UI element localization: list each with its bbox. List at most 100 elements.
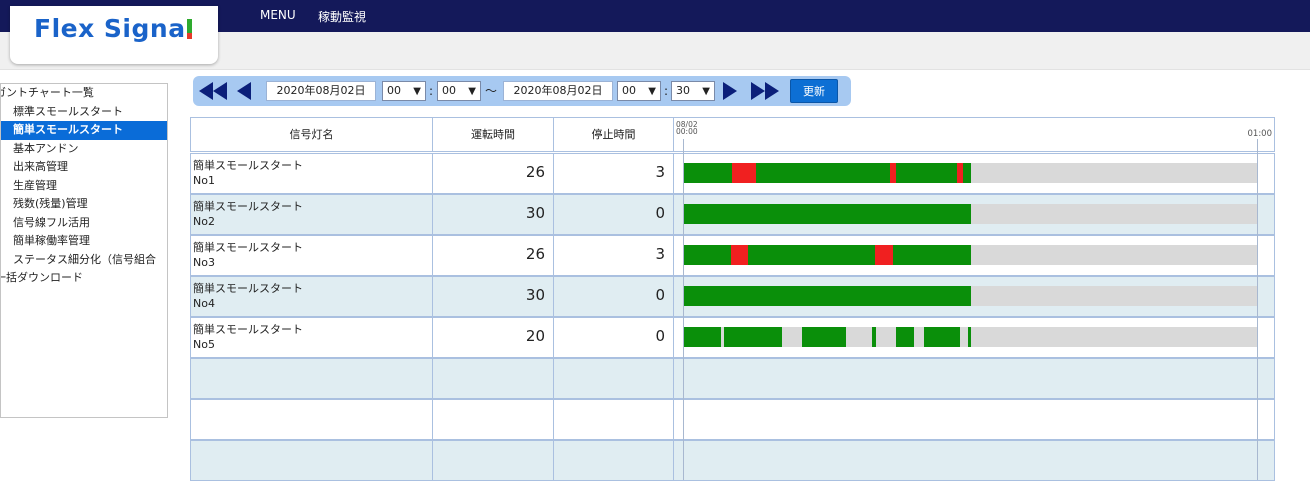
double-left-arrow-icon-2 bbox=[213, 82, 227, 100]
row-0-name-cell[interactable]: 簡単スモールスタート No1 bbox=[190, 153, 433, 194]
logo[interactable]: Flex Signa bbox=[10, 6, 218, 64]
signal-id: No1 bbox=[193, 174, 215, 187]
chevron-down-icon: ▼ bbox=[702, 86, 710, 97]
range-tilde: ～ bbox=[485, 84, 498, 98]
time-range-toolbar: 2020年08月02日 00 ▼ : 00 ▼ ～ 2020年08月02日 00 ▼ … bbox=[193, 76, 851, 106]
gantt-segment-stop bbox=[730, 245, 749, 265]
row-2-name-cell[interactable]: 簡単スモールスタート No3 bbox=[190, 235, 433, 276]
row-0-run-cell: 26 bbox=[432, 153, 554, 194]
gantt-track bbox=[684, 286, 1258, 306]
row-6-gantt-cell bbox=[673, 399, 1275, 440]
row-4-name-cell[interactable]: 簡単スモールスタート No5 bbox=[190, 317, 433, 358]
start-date-field[interactable]: 2020年08月02日 bbox=[266, 81, 376, 101]
gantt-segment-stop bbox=[731, 163, 756, 183]
sidebar-item-7[interactable]: 信号線フル活用 bbox=[1, 214, 167, 233]
run-time-value: 30 bbox=[525, 204, 545, 222]
row-1-run-cell: 30 bbox=[432, 194, 554, 235]
gantt-segment-run bbox=[896, 327, 914, 347]
column-header-0: 信号灯名 bbox=[190, 117, 433, 152]
sidebar-item-6[interactable]: 残数(残量)管理 bbox=[1, 195, 167, 214]
gantt-segment-stop bbox=[889, 163, 897, 183]
gantt-segment-run bbox=[684, 204, 971, 224]
gantt-segment-run bbox=[892, 245, 971, 265]
sidebar-item-9[interactable]: ステータス細分化（信号組合 bbox=[1, 251, 167, 270]
stop-time-value: 0 bbox=[655, 327, 665, 345]
start-hour-select[interactable]: 00 ▼ bbox=[382, 81, 426, 101]
gantt-segment-run bbox=[755, 163, 890, 183]
signal-name: 簡単スモールスタート bbox=[193, 282, 303, 295]
end-date-field[interactable]: 2020年08月02日 bbox=[503, 81, 613, 101]
nav-menu[interactable]: MENU bbox=[260, 8, 296, 22]
timeline-end-time: 01:00 bbox=[1247, 129, 1273, 139]
back-button[interactable] bbox=[237, 80, 251, 102]
double-right-arrow-icon-2 bbox=[765, 82, 779, 100]
row-1-gantt-cell bbox=[673, 194, 1275, 235]
timeline-guide-line-0 bbox=[683, 139, 684, 480]
timeline-header: 08/02 00:00 01:00 bbox=[673, 117, 1275, 152]
stop-time-value: 3 bbox=[655, 163, 665, 181]
gantt-segment-run bbox=[684, 163, 732, 183]
right-arrow-icon bbox=[723, 82, 737, 100]
end-minute-value: 30 bbox=[676, 84, 690, 97]
sidebar-item-0[interactable]: ガントチャート一覧 bbox=[1, 84, 167, 103]
end-hour-select[interactable]: 00 ▼ bbox=[617, 81, 661, 101]
forward-button[interactable] bbox=[723, 80, 737, 102]
gantt-segment-run bbox=[748, 245, 876, 265]
gantt-segment-run bbox=[872, 327, 877, 347]
run-time-value: 20 bbox=[525, 327, 545, 345]
gantt-track bbox=[684, 327, 1258, 347]
timeline-start-time: 00:00 bbox=[676, 127, 698, 136]
sidebar-item-10[interactable]: 一括ダウンロード bbox=[1, 269, 167, 288]
sidebar-item-4[interactable]: 出来高管理 bbox=[1, 158, 167, 177]
row-5-stop-cell bbox=[553, 358, 674, 399]
row-4-stop-cell: 0 bbox=[553, 317, 674, 358]
gantt-segment-stop bbox=[956, 163, 964, 183]
signal-name: 簡単スモールスタート bbox=[193, 241, 303, 254]
stop-time-value: 3 bbox=[655, 245, 665, 263]
end-minute-select[interactable]: 30 ▼ bbox=[671, 81, 715, 101]
gantt-track bbox=[684, 245, 1258, 265]
gantt-segment-run bbox=[968, 327, 971, 347]
signal-id: No5 bbox=[193, 338, 215, 351]
row-1-name-cell[interactable]: 簡単スモールスタート No2 bbox=[190, 194, 433, 235]
gantt-segment-run bbox=[924, 327, 960, 347]
sidebar-item-8[interactable]: 簡単稼働率管理 bbox=[1, 232, 167, 251]
run-time-value: 26 bbox=[525, 245, 545, 263]
logo-wordmark: Flex Signa bbox=[34, 14, 186, 43]
gantt-track bbox=[684, 163, 1258, 183]
row-0-gantt-cell bbox=[673, 153, 1275, 194]
run-time-value: 26 bbox=[525, 163, 545, 181]
signal-name: 簡単スモールスタート bbox=[193, 200, 303, 213]
double-left-arrow-icon bbox=[199, 82, 213, 100]
gantt-segment-run bbox=[963, 163, 971, 183]
sidebar-item-2[interactable]: 簡単スモールスタート bbox=[1, 121, 167, 140]
sidebar-item-5[interactable]: 生産管理 bbox=[1, 177, 167, 196]
stop-time-value: 0 bbox=[655, 286, 665, 304]
run-time-value: 30 bbox=[525, 286, 545, 304]
row-6-run-cell bbox=[432, 399, 554, 440]
row-2-stop-cell: 3 bbox=[553, 235, 674, 276]
sidebar-item-1[interactable]: 標準スモールスタート bbox=[1, 103, 167, 122]
gantt-segment-stop bbox=[875, 245, 893, 265]
row-3-stop-cell: 0 bbox=[553, 276, 674, 317]
row-3-run-cell: 30 bbox=[432, 276, 554, 317]
update-button[interactable]: 更新 bbox=[790, 79, 838, 103]
row-5-name-cell[interactable] bbox=[190, 358, 433, 399]
nav-operation-monitor[interactable]: 稼動監視 bbox=[318, 8, 366, 25]
fast-forward-button[interactable] bbox=[751, 80, 779, 102]
row-3-name-cell[interactable]: 簡単スモールスタート No4 bbox=[190, 276, 433, 317]
row-6-name-cell[interactable] bbox=[190, 399, 433, 440]
row-5-run-cell bbox=[432, 358, 554, 399]
row-1-stop-cell: 0 bbox=[553, 194, 674, 235]
chevron-down-icon: ▼ bbox=[413, 86, 421, 97]
fast-back-button[interactable] bbox=[199, 80, 227, 102]
double-right-arrow-icon bbox=[751, 82, 765, 100]
gantt-segment-run bbox=[684, 327, 722, 347]
sidebar-item-3[interactable]: 基本アンドン bbox=[1, 140, 167, 159]
row-5-gantt-cell bbox=[673, 358, 1275, 399]
stop-time-value: 0 bbox=[655, 204, 665, 222]
gantt-track bbox=[684, 204, 1258, 224]
signal-id: No2 bbox=[193, 215, 215, 228]
row-2-gantt-cell bbox=[673, 235, 1275, 276]
start-minute-select[interactable]: 00 ▼ bbox=[437, 81, 481, 101]
